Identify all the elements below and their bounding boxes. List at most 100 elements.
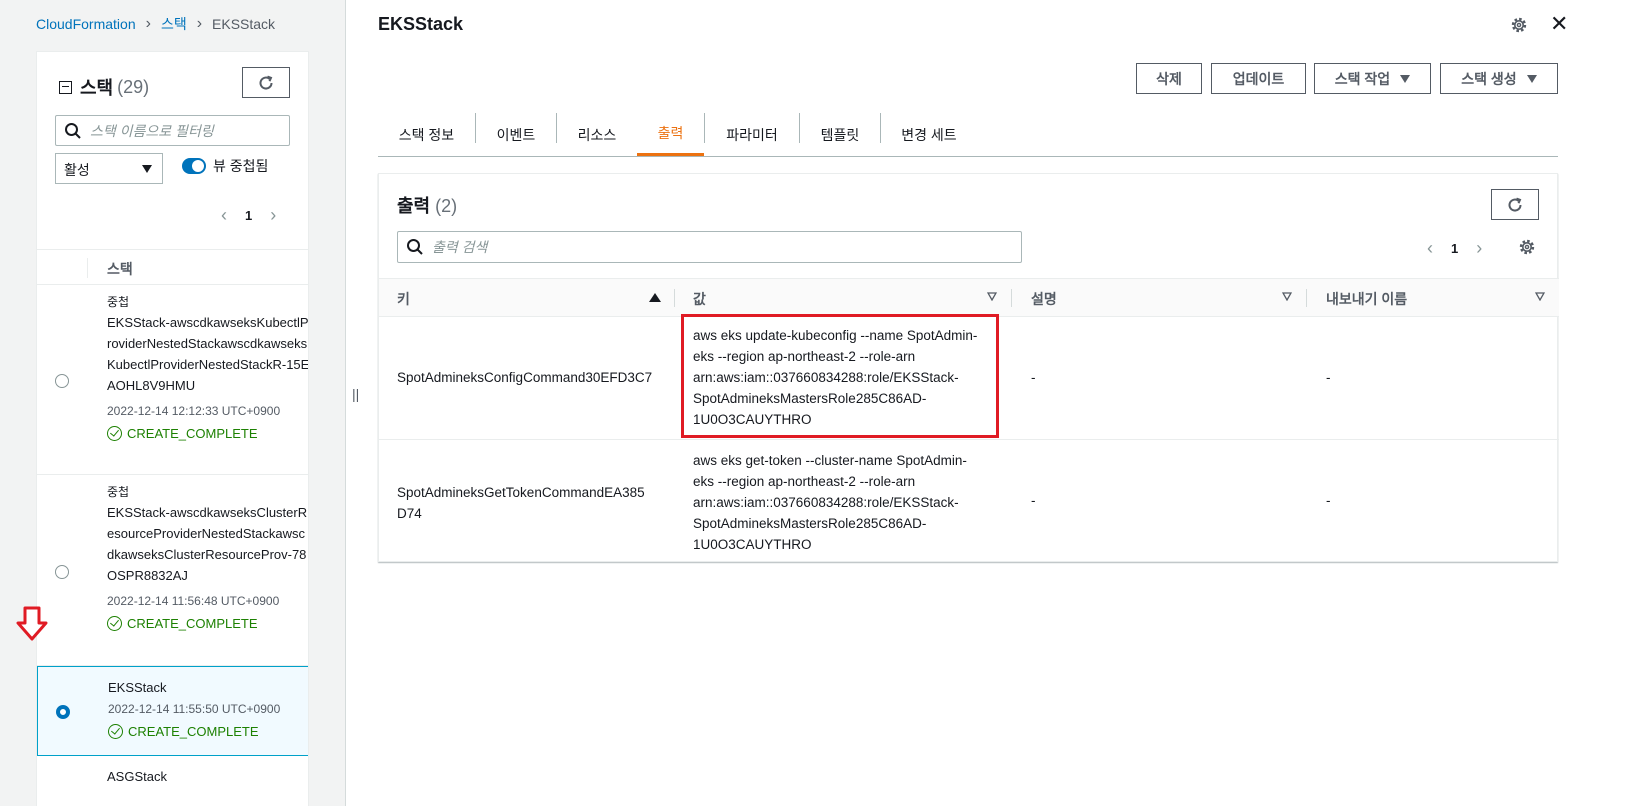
- stack-row-selected[interactable]: EKSStack 2022-12-14 11:55:50 UTC+0900 CR…: [37, 666, 308, 756]
- tab-events[interactable]: 이벤트: [476, 113, 556, 156]
- tab-change-sets[interactable]: 변경 세트: [881, 113, 977, 156]
- output-value-line: arn:aws:iam::037660834288:role/EKSStack-: [693, 495, 959, 510]
- table-settings-gear-icon[interactable]: [1518, 238, 1536, 256]
- nested-tag: 중첩: [107, 485, 130, 499]
- stack-actions-button[interactable]: 스택 작업: [1314, 63, 1431, 94]
- outputs-count: (2): [435, 196, 458, 216]
- stacks-count: (29): [117, 76, 150, 97]
- column-key[interactable]: 키: [397, 289, 410, 309]
- stack-row-content: ASGStack: [107, 766, 308, 787]
- output-key: SpotAdmineksConfigCommand30EFD3C7: [397, 370, 653, 385]
- tab-outputs[interactable]: 출력: [637, 113, 704, 156]
- output-key-line: D74: [397, 506, 422, 521]
- stack-status-text: CREATE_COMPLETE: [127, 426, 258, 441]
- output-description: -: [1031, 370, 1036, 385]
- stack-column-label: 스택: [107, 261, 133, 277]
- status-filter-select[interactable]: 활성: [55, 153, 163, 184]
- stack-radio[interactable]: [55, 565, 69, 579]
- sort-icon[interactable]: [987, 292, 997, 301]
- collapse-icon[interactable]: [59, 80, 72, 94]
- tab-parameters[interactable]: 파라미터: [705, 113, 799, 156]
- highlight-box: [681, 314, 999, 438]
- chevron-right-icon[interactable]: ›: [270, 205, 276, 226]
- toggle-switch[interactable]: [182, 158, 206, 174]
- check-circle-icon: [107, 426, 122, 441]
- output-value-line: eks --region ap-northeast-2 --role-arn: [693, 474, 916, 489]
- breadcrumb-cloudformation[interactable]: CloudFormation: [36, 16, 136, 32]
- refresh-outputs-button[interactable]: [1491, 189, 1539, 220]
- page-title: EKSStack: [378, 14, 464, 34]
- caret-down-icon: [1400, 74, 1411, 83]
- delete-button-label: 삭제: [1156, 70, 1182, 87]
- stack-radio[interactable]: [55, 374, 69, 388]
- refresh-icon: [1508, 197, 1522, 212]
- caret-down-icon: [142, 165, 152, 173]
- outputs-header: 출력 (2): [397, 192, 457, 218]
- output-description: -: [1031, 493, 1036, 508]
- sort-ascending-icon[interactable]: [649, 293, 661, 302]
- resize-handle[interactable]: ||: [352, 386, 359, 402]
- output-value: aws eks get-token --cluster-name SpotAdm…: [693, 450, 998, 555]
- stack-name[interactable]: EKSStack: [108, 677, 308, 698]
- table-row: SpotAdmineksGetTokenCommandEA385 D74 aws…: [379, 440, 1559, 563]
- outputs-search-input[interactable]: 출력 검색: [397, 231, 1022, 263]
- stack-created-time: 2022-12-14 11:55:50 UTC+0900: [108, 702, 281, 716]
- stack-status: CREATE_COMPLETE: [107, 426, 308, 441]
- stack-name[interactable]: ASGStack: [107, 766, 308, 787]
- breadcrumb-current: EKSStack: [212, 16, 276, 32]
- stack-status: CREATE_COMPLETE: [107, 616, 308, 631]
- stack-filter-input[interactable]: 스택 이름으로 필터링: [55, 115, 290, 146]
- stack-created-time: 2022-12-14 12:12:33 UTC+0900: [107, 404, 281, 418]
- stack-name[interactable]: EKSStack-awscdkawseksKubectlProviderNest…: [107, 312, 308, 396]
- stack-status: CREATE_COMPLETE: [108, 724, 308, 739]
- stack-created-time: 2022-12-14 11:56:48 UTC+0900: [107, 594, 280, 608]
- chevron-left-icon[interactable]: ‹: [1427, 238, 1433, 259]
- create-stack-label: 스택 생성: [1461, 70, 1517, 87]
- breadcrumb-stacks[interactable]: 스택: [161, 14, 187, 34]
- output-value-line: 1U0O3CAUYTHRO: [693, 537, 812, 552]
- column-export-name[interactable]: 내보내기 이름: [1326, 289, 1407, 309]
- stack-row-content: 중첩 EKSStack-awscdkawseksKubectlProviderN…: [107, 293, 308, 441]
- create-stack-button[interactable]: 스택 생성: [1440, 63, 1558, 94]
- stack-row[interactable]: 중첩 EKSStack-awscdkawseksClusterResourceP…: [37, 475, 308, 666]
- outputs-panel: 출력 (2) 출력 검색 ‹ 1 › 키 값 설명 내보내기 이름 SpotAd…: [378, 173, 1559, 563]
- close-icon[interactable]: ✕: [1550, 13, 1568, 35]
- refresh-stacks-button[interactable]: [242, 67, 290, 98]
- search-icon: [407, 239, 423, 255]
- stack-row[interactable]: ASGStack: [37, 756, 308, 806]
- stack-actions-label: 스택 작업: [1334, 70, 1391, 87]
- output-key: SpotAdmineksGetTokenCommandEA385 D74: [397, 482, 645, 524]
- chevron-left-icon[interactable]: ‹: [221, 205, 227, 226]
- nested-view-toggle[interactable]: 뷰 중첩됨: [182, 156, 268, 176]
- tab-template[interactable]: 템플릿: [800, 113, 880, 156]
- outputs-pagination: ‹ 1 ›: [1427, 238, 1482, 259]
- tab-stack-info[interactable]: 스택 정보: [378, 113, 475, 156]
- stacks-column-header: 스택: [37, 249, 308, 285]
- stacks-panel: 스택 (29) 스택 이름으로 필터링 활성 뷰 중첩됨 ‹ 1 › 스택 중첩…: [36, 51, 309, 806]
- stack-filter-placeholder: 스택 이름으로 필터링: [90, 122, 214, 139]
- column-description[interactable]: 설명: [1031, 289, 1057, 309]
- stack-status-text: CREATE_COMPLETE: [127, 616, 258, 631]
- sort-icon[interactable]: [1535, 292, 1545, 301]
- sort-icon[interactable]: [1282, 292, 1292, 301]
- stack-radio-selected[interactable]: [56, 705, 70, 719]
- breadcrumb: CloudFormation › 스택 › EKSStack: [36, 14, 275, 34]
- column-value[interactable]: 값: [693, 289, 706, 309]
- stack-name[interactable]: EKSStack-awscdkawseksClusterResourceProv…: [107, 502, 308, 586]
- check-circle-icon: [107, 616, 122, 631]
- stack-row-content: 중첩 EKSStack-awscdkawseksClusterResourceP…: [107, 483, 308, 631]
- stack-row[interactable]: 중첩 EKSStack-awscdkawseksKubectlProviderN…: [37, 285, 308, 475]
- page-number[interactable]: 1: [245, 208, 252, 223]
- detail-tabs: 스택 정보 이벤트 리소스 출력 파라미터 템플릿 변경 세트: [378, 113, 1558, 157]
- column-divider: [1011, 289, 1012, 307]
- table-header: 키 값 설명 내보내기 이름: [379, 278, 1559, 317]
- nested-view-label: 뷰 중첩됨: [213, 158, 269, 174]
- page-number[interactable]: 1: [1451, 241, 1458, 256]
- gear-icon[interactable]: [1510, 16, 1528, 34]
- update-button[interactable]: 업데이트: [1211, 63, 1306, 94]
- output-key-line: SpotAdmineksGetTokenCommandEA385: [397, 485, 645, 500]
- tab-resources[interactable]: 리소스: [557, 113, 637, 156]
- delete-button[interactable]: 삭제: [1136, 63, 1202, 94]
- stack-status-text: CREATE_COMPLETE: [128, 724, 259, 739]
- chevron-right-icon[interactable]: ›: [1476, 238, 1482, 259]
